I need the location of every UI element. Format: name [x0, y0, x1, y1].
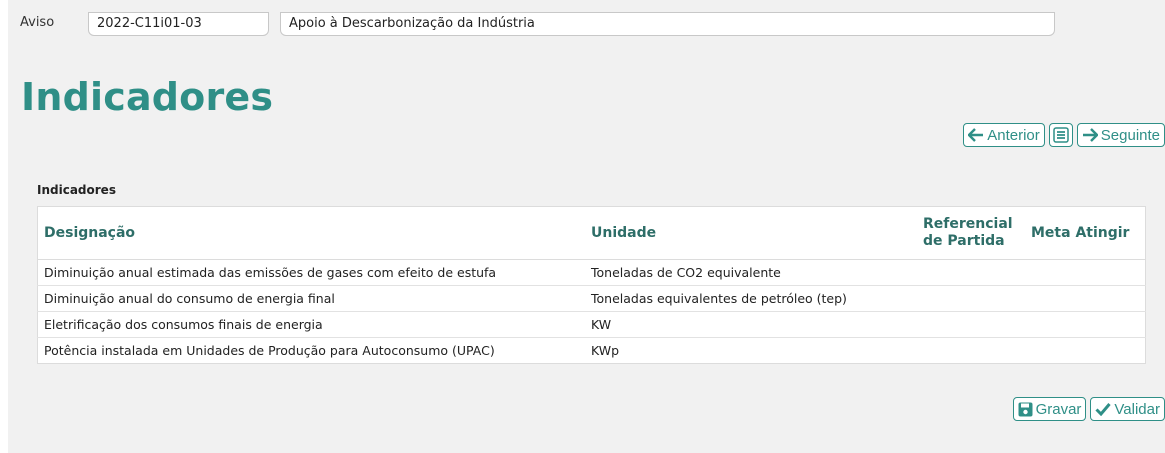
list-button[interactable]: [1048, 123, 1073, 147]
previous-button-label: Anterior: [987, 126, 1040, 144]
table-row: Eletrificação dos consumos finais de ene…: [37, 311, 1146, 338]
validate-button[interactable]: Validar: [1090, 397, 1165, 421]
cell-unidade: KW: [585, 311, 917, 338]
aviso-row: Aviso 2022-C11i01-03 Apoio à Descarboniz…: [8, 10, 1165, 36]
cell-referencial[interactable]: [917, 311, 1025, 338]
cell-meta[interactable]: [1025, 259, 1146, 286]
validate-button-label: Validar: [1114, 400, 1160, 418]
indicadores-table: Designação Unidade Referencial de Partid…: [37, 206, 1146, 364]
column-header-meta: Meta Atingir: [1025, 206, 1146, 260]
cell-designacao: Diminuição anual estimada das emissões d…: [37, 259, 585, 286]
previous-button[interactable]: Anterior: [963, 123, 1045, 147]
form-actions: Gravar Validar: [1012, 397, 1165, 421]
column-header-referencial: Referencial de Partida: [917, 206, 1025, 260]
aviso-description-field[interactable]: Apoio à Descarbonização da Indústria: [280, 12, 1055, 36]
cell-meta[interactable]: [1025, 337, 1146, 364]
page-title: Indicadores: [21, 75, 274, 119]
cell-meta[interactable]: [1025, 285, 1146, 312]
indicadores-section: Indicadores Designação Unidade Referenci…: [37, 183, 1146, 364]
section-title: Indicadores: [37, 183, 116, 197]
floppy-disk-icon: [1018, 402, 1033, 417]
column-header-designacao: Designação: [37, 206, 585, 260]
pagination-nav: Anterior Seguinte: [963, 123, 1165, 147]
list-icon: [1053, 127, 1069, 143]
cell-meta[interactable]: [1025, 311, 1146, 338]
arrow-right-icon: [1082, 128, 1098, 142]
table-header-row: Designação Unidade Referencial de Partid…: [37, 206, 1146, 260]
cell-designacao: Potência instalada em Unidades de Produç…: [37, 337, 585, 364]
cell-unidade: Toneladas de CO2 equivalente: [585, 259, 917, 286]
cell-referencial[interactable]: [917, 285, 1025, 312]
table-row: Potência instalada em Unidades de Produç…: [37, 337, 1146, 364]
table-row: Diminuição anual do consumo de energia f…: [37, 285, 1146, 312]
cell-designacao: Eletrificação dos consumos finais de ene…: [37, 311, 585, 338]
form-panel: Aviso 2022-C11i01-03 Apoio à Descarboniz…: [8, 0, 1165, 453]
cell-unidade: Toneladas equivalentes de petróleo (tep): [585, 285, 917, 312]
aviso-code-field[interactable]: 2022-C11i01-03: [88, 12, 269, 36]
cell-designacao: Diminuição anual do consumo de energia f…: [37, 285, 585, 312]
next-button[interactable]: Seguinte: [1076, 123, 1165, 147]
aviso-label: Aviso: [20, 15, 55, 30]
arrow-left-icon: [968, 128, 984, 142]
cell-unidade: KWp: [585, 337, 917, 364]
save-button-label: Gravar: [1035, 400, 1082, 418]
table-row: Diminuição anual estimada das emissões d…: [37, 259, 1146, 286]
next-button-label: Seguinte: [1100, 126, 1160, 144]
checkmark-icon: [1095, 402, 1112, 416]
cell-referencial[interactable]: [917, 259, 1025, 286]
save-button[interactable]: Gravar: [1012, 397, 1087, 421]
column-header-unidade: Unidade: [585, 206, 917, 260]
cell-referencial[interactable]: [917, 337, 1025, 364]
